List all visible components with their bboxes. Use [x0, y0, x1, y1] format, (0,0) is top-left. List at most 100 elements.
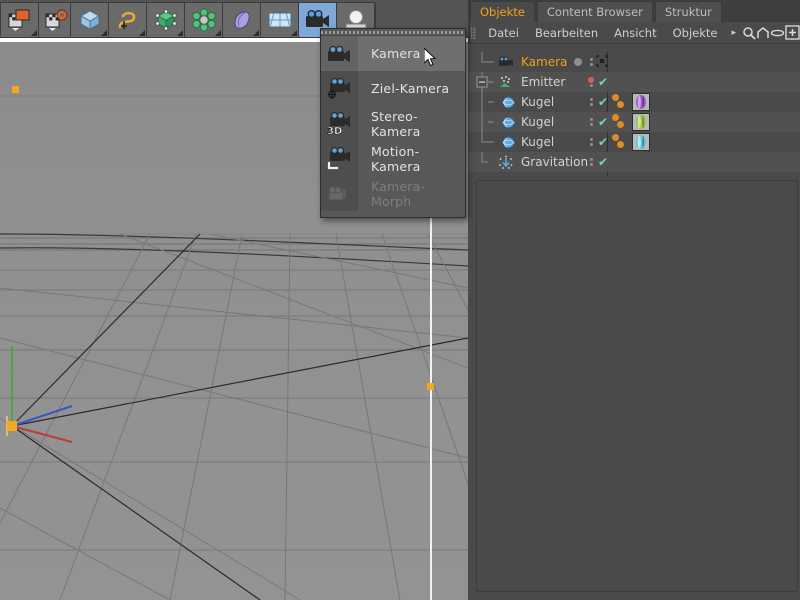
- tree-lines: [468, 52, 498, 72]
- menu-label: Ansicht: [614, 26, 656, 40]
- render-visibility-dot[interactable]: [590, 163, 593, 166]
- menu-bearbeiten[interactable]: Bearbeiten: [527, 26, 606, 40]
- render-visibility-dot[interactable]: [590, 84, 593, 87]
- sphere-icon: [498, 136, 516, 149]
- menu-item-motion-kamera[interactable]: Motion-Kamera: [321, 141, 465, 176]
- home-icon[interactable]: [756, 26, 770, 40]
- viewport-top-handle[interactable]: [12, 86, 19, 93]
- gravity-icon: [498, 155, 516, 170]
- toolbar-group-render: [0, 2, 78, 36]
- render-visibility-dot[interactable]: [590, 123, 593, 126]
- dynamics-tag[interactable]: [612, 93, 628, 111]
- target-frame-icon[interactable]: [596, 55, 608, 70]
- mouse-pointer: [424, 48, 438, 72]
- camera-dropdown-menu[interactable]: Kamera Ziel-Kamera: [320, 28, 466, 218]
- material-tag[interactable]: [632, 113, 650, 131]
- object-label: Kugel: [516, 95, 554, 109]
- menu-ansicht[interactable]: Ansicht: [606, 26, 664, 40]
- eye-icon[interactable]: [770, 26, 785, 40]
- material-tag[interactable]: [632, 133, 650, 151]
- menu-item-label: Kamera: [358, 46, 421, 61]
- editor-visibility-dot[interactable]: [590, 58, 593, 61]
- editor-visibility-dot[interactable]: [590, 118, 593, 121]
- tree-lines: [468, 72, 498, 92]
- object-label: Gravitation: [516, 155, 588, 169]
- sphere-icon: [498, 116, 516, 129]
- camera-morph-icon: [321, 176, 358, 211]
- cube-primitive-icon[interactable]: [71, 3, 109, 37]
- enabled-check-icon[interactable]: ✔: [598, 156, 608, 168]
- tree-lines: [468, 112, 498, 132]
- object-label: Kugel: [516, 115, 554, 129]
- menu-label: Objekte: [673, 26, 718, 40]
- spline-icon[interactable]: [109, 3, 147, 37]
- tab-label: Content Browser: [547, 5, 643, 19]
- emitter-icon: [498, 75, 516, 89]
- table-row[interactable]: Kugel ✔: [468, 92, 800, 112]
- table-row[interactable]: Kugel ✔: [468, 132, 800, 152]
- dynamics-tag[interactable]: [612, 113, 628, 131]
- tree-lines: [468, 152, 498, 172]
- menu-item-kamera[interactable]: Kamera: [321, 36, 465, 71]
- dynamics-tag[interactable]: [612, 133, 628, 151]
- material-tag[interactable]: [632, 93, 650, 111]
- object-tree: Kamera: [468, 52, 800, 172]
- tree-lines: [468, 92, 498, 112]
- render-visibility-dot[interactable]: [590, 63, 593, 66]
- tab-struktur[interactable]: Struktur: [655, 1, 722, 22]
- object-label: Kamera: [516, 55, 567, 69]
- menu-item-label: Motion-Kamera: [358, 144, 465, 174]
- table-row[interactable]: Emitter ✔: [468, 72, 800, 92]
- menu-item-label: Ziel-Kamera: [358, 81, 449, 96]
- menu-item-stereo-kamera[interactable]: 3D Stereo-Kamera: [321, 106, 465, 141]
- tab-content-browser[interactable]: Content Browser: [537, 1, 653, 22]
- target-camera-icon: [321, 71, 358, 106]
- camera-icon: [321, 36, 358, 71]
- enabled-check-icon[interactable]: ✔: [598, 136, 608, 148]
- object-manager-tabs: Objekte Content Browser Struktur: [468, 0, 800, 22]
- editor-visibility-dot[interactable]: [590, 98, 593, 101]
- object-manager-empty-area[interactable]: [476, 180, 798, 592]
- tree-lines: [468, 132, 498, 152]
- camera-object-icon: [498, 56, 516, 68]
- deformer-icon[interactable]: [223, 3, 261, 37]
- table-row[interactable]: Gravitation ✔: [468, 152, 800, 172]
- object-manager-panel: Objekte Content Browser Struktur Datei B…: [468, 0, 800, 600]
- menubar-grip[interactable]: [471, 27, 476, 39]
- object-label: Kugel: [516, 135, 554, 149]
- tab-objekte[interactable]: Objekte: [470, 1, 535, 22]
- render-visibility-dot[interactable]: [590, 143, 593, 146]
- render-visibility-dot[interactable]: [590, 103, 593, 106]
- table-row[interactable]: Kamera: [468, 52, 800, 72]
- tab-label: Objekte: [480, 5, 525, 19]
- visibility-dot[interactable]: [574, 58, 582, 66]
- scene-icon[interactable]: [261, 3, 299, 37]
- nurbs-icon[interactable]: [147, 3, 185, 37]
- object-manager-menubar: Datei Bearbeiten Ansicht Objekte ▸: [468, 22, 800, 44]
- enabled-check-icon[interactable]: ✔: [598, 116, 608, 128]
- menu-label: Bearbeiten: [535, 26, 598, 40]
- sphere-icon: [498, 96, 516, 109]
- editor-visibility-dot[interactable]: [590, 138, 593, 141]
- add-icon[interactable]: [785, 25, 800, 40]
- menu-datei[interactable]: Datei: [480, 26, 527, 40]
- search-icon[interactable]: [742, 26, 756, 40]
- camera-handle[interactable]: [427, 383, 434, 390]
- render-view-icon[interactable]: [1, 3, 39, 37]
- enabled-check-icon[interactable]: ✔: [598, 76, 608, 88]
- stereo-camera-icon: 3D: [321, 106, 358, 141]
- editor-visibility-dot[interactable]: [588, 77, 594, 83]
- menu-item-ziel-kamera[interactable]: Ziel-Kamera: [321, 71, 465, 106]
- cinema4d-window: Kamera Ziel-Kamera: [0, 0, 800, 600]
- array-icon[interactable]: [185, 3, 223, 37]
- menu-label: Datei: [488, 26, 519, 40]
- menu-item-kamera-morph[interactable]: Kamera-Morph: [321, 176, 465, 211]
- menu-objekte[interactable]: Objekte: [665, 26, 726, 40]
- enabled-check-icon[interactable]: ✔: [598, 96, 608, 108]
- editor-visibility-dot[interactable]: [590, 158, 593, 161]
- menu-overflow-arrow[interactable]: ▸: [725, 28, 742, 38]
- dropdown-drag-grip[interactable]: [321, 29, 465, 36]
- svg-text:3D: 3D: [327, 126, 342, 136]
- table-row[interactable]: Kugel ✔: [468, 112, 800, 132]
- overflow-label: ▸: [731, 28, 736, 38]
